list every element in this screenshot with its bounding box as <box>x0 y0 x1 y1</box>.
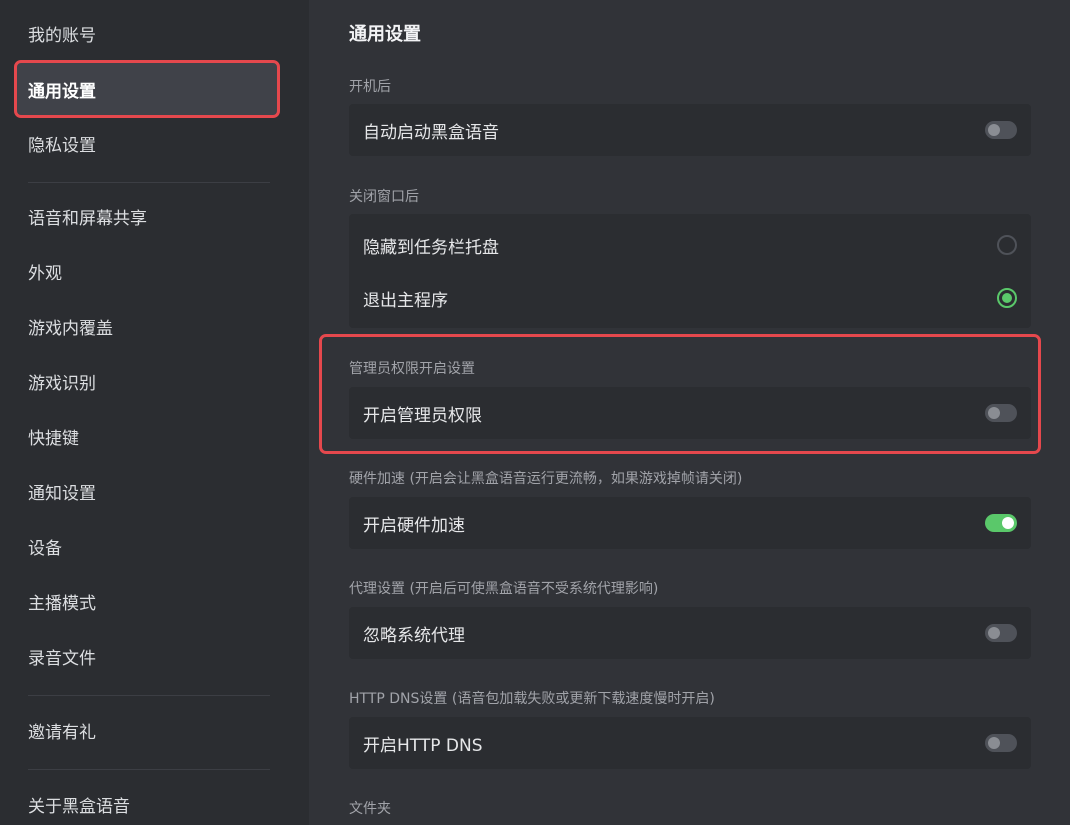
section-label-proxy: 代理设置 (开启后可使黑盒语音不受系统代理影响) <box>349 581 659 597</box>
toggle-knob <box>988 124 1000 136</box>
row-admin-permission[interactable]: 开启管理员权限 <box>349 387 1031 439</box>
settings-window: 我的账号 通用设置 隐私设置 语音和屏幕共享 外观 游戏内覆盖 游戏识别 快捷键… <box>0 0 1070 825</box>
sidebar-item-label: 主播模式 <box>28 593 96 614</box>
sidebar-item-my-account[interactable]: 我的账号 <box>16 6 278 60</box>
sidebar-item-general-settings[interactable]: 通用设置 <box>14 60 280 118</box>
section-label-folder: 文件夹 <box>349 801 391 817</box>
sidebar-item-hotkeys[interactable]: 快捷键 <box>16 409 278 463</box>
sidebar-item-recordings[interactable]: 录音文件 <box>16 629 278 683</box>
sidebar-item-label: 语音和屏幕共享 <box>28 208 147 229</box>
sidebar-item-voice-screen-share[interactable]: 语音和屏幕共享 <box>16 189 278 243</box>
sidebar-item-game-detection[interactable]: 游戏识别 <box>16 354 278 408</box>
sidebar-item-label: 外观 <box>28 263 62 284</box>
sidebar-item-label: 隐私设置 <box>28 135 96 156</box>
hardware-acceleration-toggle[interactable] <box>985 514 1017 532</box>
sidebar-item-privacy-settings[interactable]: 隐私设置 <box>16 116 278 170</box>
row-label: 开启硬件加速 <box>363 515 465 536</box>
card-startup: 自动启动黑盒语音 <box>349 104 1031 156</box>
toggle-knob <box>1002 517 1014 529</box>
section-label-admin: 管理员权限开启设置 <box>349 361 475 377</box>
page-title: 通用设置 <box>349 24 421 45</box>
sidebar-item-notification-settings[interactable]: 通知设置 <box>16 464 278 518</box>
sidebar-divider <box>28 769 270 770</box>
row-ignore-proxy[interactable]: 忽略系统代理 <box>349 607 1031 659</box>
sidebar-item-label: 游戏识别 <box>28 373 96 394</box>
card-httpdns: 开启HTTP DNS <box>349 717 1031 769</box>
sidebar-item-label: 快捷键 <box>28 428 79 449</box>
card-proxy: 忽略系统代理 <box>349 607 1031 659</box>
row-label: 退出主程序 <box>363 290 448 311</box>
sidebar-item-streamer-mode[interactable]: 主播模式 <box>16 574 278 628</box>
card-hardware: 开启硬件加速 <box>349 497 1031 549</box>
sidebar-item-label: 我的账号 <box>28 25 96 46</box>
section-label-hardware: 硬件加速 (开启会让黑盒语音运行更流畅，如果游戏掉帧请关闭) <box>349 471 743 487</box>
settings-sidebar: 我的账号 通用设置 隐私设置 语音和屏幕共享 外观 游戏内覆盖 游戏识别 快捷键… <box>0 0 309 825</box>
section-label-httpdns: HTTP DNS设置 (语音包加载失败或更新下载速度慢时开启) <box>349 691 715 707</box>
hide-to-tray-radio[interactable] <box>997 235 1017 255</box>
row-hardware-acceleration[interactable]: 开启硬件加速 <box>349 497 1031 549</box>
sidebar-item-devices[interactable]: 设备 <box>16 519 278 573</box>
sidebar-item-label: 关于黑盒语音 <box>28 796 130 817</box>
sidebar-item-appearance[interactable]: 外观 <box>16 244 278 298</box>
row-label: 忽略系统代理 <box>363 625 465 646</box>
row-label: 隐藏到任务栏托盘 <box>363 237 499 258</box>
row-label: 自动启动黑盒语音 <box>363 122 499 143</box>
card-admin: 开启管理员权限 <box>349 387 1031 439</box>
row-http-dns[interactable]: 开启HTTP DNS <box>349 717 1031 769</box>
row-label: 开启管理员权限 <box>363 405 482 426</box>
toggle-knob <box>988 737 1000 749</box>
sidebar-item-label: 通用设置 <box>28 81 96 102</box>
ignore-proxy-toggle[interactable] <box>985 624 1017 642</box>
card-close-window: 隐藏到任务栏托盘 退出主程序 <box>349 214 1031 328</box>
section-label-startup: 开机后 <box>349 79 391 95</box>
sidebar-divider <box>28 695 270 696</box>
toggle-knob <box>988 407 1000 419</box>
section-label-close-window: 关闭窗口后 <box>349 189 419 205</box>
sidebar-item-label: 游戏内覆盖 <box>28 318 113 339</box>
auto-start-toggle[interactable] <box>985 121 1017 139</box>
admin-permission-toggle[interactable] <box>985 404 1017 422</box>
sidebar-item-invite-rewards[interactable]: 邀请有礼 <box>16 703 278 757</box>
sidebar-item-about[interactable]: 关于黑盒语音 <box>16 777 278 825</box>
sidebar-item-label: 录音文件 <box>28 648 96 669</box>
sidebar-item-label: 通知设置 <box>28 483 96 504</box>
sidebar-item-label: 设备 <box>28 538 62 559</box>
row-hide-to-tray[interactable]: 隐藏到任务栏托盘 <box>349 219 1031 271</box>
http-dns-toggle[interactable] <box>985 734 1017 752</box>
sidebar-divider <box>28 182 270 183</box>
row-label: 开启HTTP DNS <box>363 735 483 756</box>
radio-dot <box>1002 293 1012 303</box>
sidebar-item-label: 邀请有礼 <box>28 722 96 743</box>
row-auto-start[interactable]: 自动启动黑盒语音 <box>349 104 1031 156</box>
exit-program-radio[interactable] <box>997 288 1017 308</box>
toggle-knob <box>988 627 1000 639</box>
settings-content: 通用设置 开机后 自动启动黑盒语音 关闭窗口后 隐藏到任务栏托盘 退出主程序 管… <box>309 0 1070 825</box>
row-exit-program[interactable]: 退出主程序 <box>349 272 1031 324</box>
sidebar-item-game-overlay[interactable]: 游戏内覆盖 <box>16 299 278 353</box>
